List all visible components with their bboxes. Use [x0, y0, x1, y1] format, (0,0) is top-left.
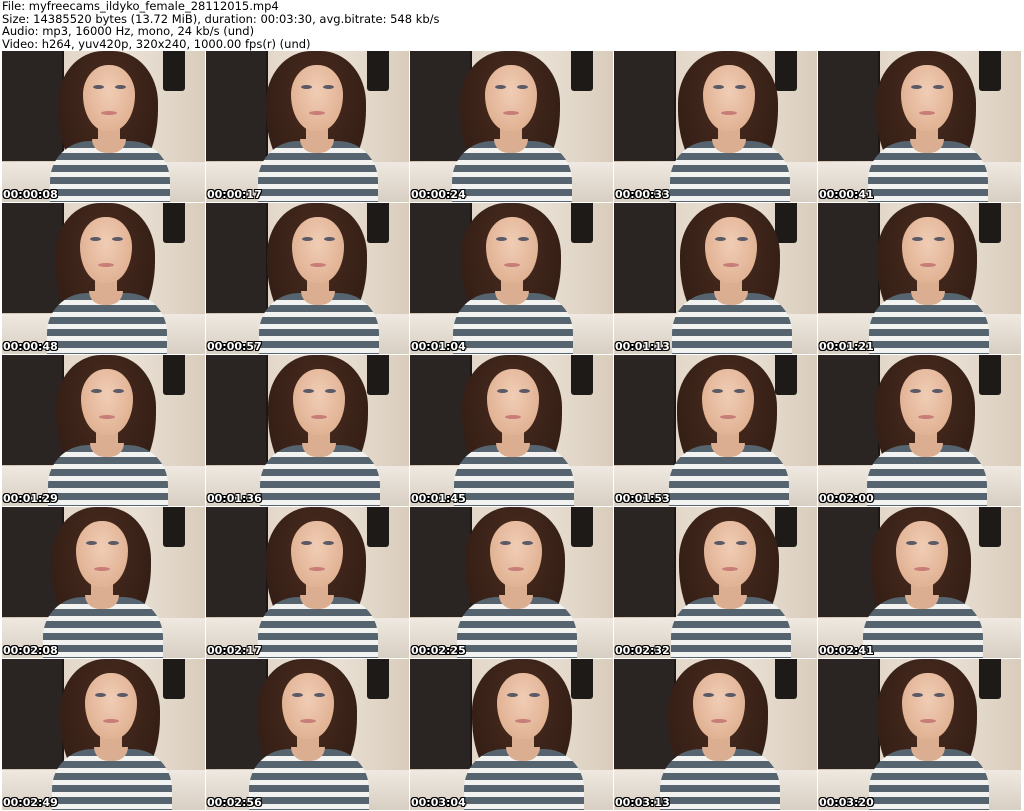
frame-timestamp: 00:01:45: [411, 492, 466, 505]
frame-timestamp: 00:01:36: [207, 492, 262, 505]
person-figure: [659, 355, 799, 506]
video-frame-thumbnail: 00:01:36: [206, 355, 409, 506]
video-frame-thumbnail: 00:03:20: [818, 659, 1021, 810]
video-frame-thumbnail: 00:02:41: [818, 507, 1021, 658]
person-figure: [447, 507, 587, 658]
frame-timestamp: 00:00:24: [411, 188, 466, 201]
frame-timestamp: 00:00:48: [3, 340, 58, 353]
frame-timestamp: 00:02:00: [819, 492, 874, 505]
frame-timestamp: 00:01:13: [615, 340, 670, 353]
file-name-line: File: myfreecams_ildyko_female_28112015.…: [2, 0, 279, 13]
video-frame-thumbnail: 00:01:13: [614, 203, 817, 354]
video-frame-thumbnail: 00:00:48: [2, 203, 205, 354]
video-frame-thumbnail: 00:02:32: [614, 507, 817, 658]
video-frame-thumbnail: 00:02:08: [2, 507, 205, 658]
frame-timestamp: 00:01:21: [819, 340, 874, 353]
person-figure: [650, 659, 790, 810]
person-figure: [37, 203, 177, 354]
video-frame-thumbnail: 00:00:24: [410, 51, 613, 202]
frame-timestamp: 00:00:08: [3, 188, 58, 201]
frame-timestamp: 00:03:20: [819, 796, 874, 809]
frame-timestamp: 00:00:57: [207, 340, 262, 353]
thumbnail-grid: 00:00:08 00:00:17 00:00:24 00:00:33 00:00:41…: [2, 51, 1022, 811]
person-figure: [239, 659, 379, 810]
frame-timestamp: 00:02:49: [3, 796, 58, 809]
person-figure: [38, 355, 178, 506]
video-frame-thumbnail: 00:02:49: [2, 659, 205, 810]
frame-timestamp: 00:00:33: [615, 188, 670, 201]
frame-timestamp: 00:01:04: [411, 340, 466, 353]
person-figure: [40, 51, 180, 202]
video-frame-thumbnail: 00:02:56: [206, 659, 409, 810]
person-figure: [859, 659, 999, 810]
video-frame-thumbnail: 00:00:57: [206, 203, 409, 354]
frame-timestamp: 00:00:17: [207, 188, 262, 201]
person-figure: [857, 355, 997, 506]
person-figure: [859, 203, 999, 354]
audio-info-line: Audio: mp3, 16000 Hz, mono, 24 kb/s (und…: [2, 24, 255, 38]
frame-timestamp: 00:02:56: [207, 796, 262, 809]
person-figure: [442, 51, 582, 202]
video-frame-thumbnail: 00:02:25: [410, 507, 613, 658]
video-frame-thumbnail: 00:02:00: [818, 355, 1021, 506]
person-figure: [858, 51, 998, 202]
video-info-line: Video: h264, yuv420p, 320x240, 1000.00 f…: [2, 36, 311, 51]
frame-timestamp: 00:01:53: [615, 492, 670, 505]
person-figure: [250, 355, 390, 506]
video-frame-thumbnail: 00:00:08: [2, 51, 205, 202]
person-figure: [248, 51, 388, 202]
person-figure: [660, 51, 800, 202]
person-figure: [454, 659, 594, 810]
frame-timestamp: 00:01:29: [3, 492, 58, 505]
frame-timestamp: 00:02:17: [207, 644, 262, 657]
person-figure: [33, 507, 173, 658]
video-frame-thumbnail: 00:03:13: [614, 659, 817, 810]
person-figure: [662, 203, 802, 354]
video-frame-thumbnail: 00:01:04: [410, 203, 613, 354]
frame-timestamp: 00:02:08: [3, 644, 58, 657]
person-figure: [248, 507, 388, 658]
file-info-header: File: myfreecams_ildyko_female_28112015.…: [2, 0, 1022, 50]
video-frame-thumbnail: 00:03:04: [410, 659, 613, 810]
person-figure: [853, 507, 993, 658]
video-frame-thumbnail: 00:01:29: [2, 355, 205, 506]
person-figure: [661, 507, 801, 658]
frame-timestamp: 00:02:25: [411, 644, 466, 657]
video-frame-thumbnail: 00:00:41: [818, 51, 1021, 202]
frame-timestamp: 00:02:41: [819, 644, 874, 657]
video-frame-thumbnail: 00:00:17: [206, 51, 409, 202]
frame-timestamp: 00:03:13: [615, 796, 670, 809]
video-frame-thumbnail: 00:00:33: [614, 51, 817, 202]
person-figure: [444, 355, 584, 506]
frame-timestamp: 00:00:41: [819, 188, 874, 201]
video-frame-thumbnail: 00:01:53: [614, 355, 817, 506]
frame-timestamp: 00:02:32: [615, 644, 670, 657]
video-frame-thumbnail: 00:01:45: [410, 355, 613, 506]
person-figure: [249, 203, 389, 354]
person-figure: [42, 659, 182, 810]
video-frame-thumbnail: 00:02:17: [206, 507, 409, 658]
person-figure: [443, 203, 583, 354]
frame-timestamp: 00:03:04: [411, 796, 466, 809]
video-frame-thumbnail: 00:01:21: [818, 203, 1021, 354]
